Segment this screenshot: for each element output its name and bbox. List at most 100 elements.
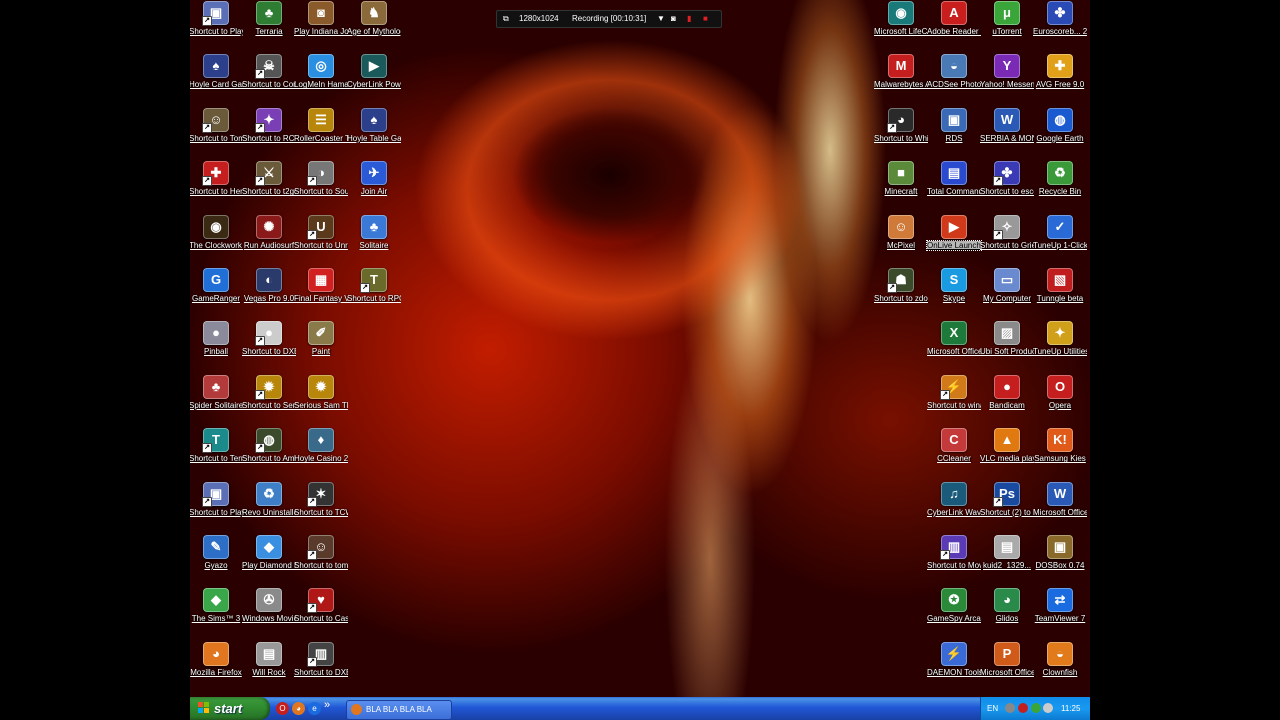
desktop-icon[interactable]: ◙ Play Indiana Jones and t...: [294, 0, 348, 52]
desktop-icon[interactable]: T↗Shortcut to Terraria: [190, 427, 243, 479]
desktop-icon[interactable]: Ps↗Shortcut (2) to Photoshop: [980, 481, 1034, 533]
desktop-icon[interactable]: ♣ Terraria: [242, 0, 296, 52]
dropdown-arrow-icon[interactable]: ▼: [657, 11, 665, 27]
desktop-icon[interactable]: ◍ Google Earth: [1033, 107, 1087, 159]
desktop-icon[interactable]: ✪GameSpy Arcade: [927, 587, 981, 639]
desktop-icon[interactable]: ✶ ↗ Shortcut to TCW: [294, 481, 348, 533]
desktop-icon[interactable]: ◕ Mozilla Firefox: [190, 641, 243, 693]
desktop-icon[interactable]: ⚡↗Shortcut to winamp: [927, 374, 981, 426]
desktop-icon[interactable]: μ uTorrent: [980, 0, 1034, 52]
desktop-icon[interactable]: ● Pinball: [190, 320, 243, 372]
desktop-icon[interactable]: ♫CyberLink WaveEditor: [927, 481, 981, 533]
desktop-icon[interactable]: ⚡DAEMON Tools Lite: [927, 641, 981, 693]
desktop-icon[interactable]: ♥↗Shortcut to CasinoVE: [294, 587, 348, 639]
desktop-icon[interactable]: ♣ Spider Solitaire: [190, 374, 243, 426]
desktop-icon[interactable]: ✚ AVG Free 9.0: [1033, 53, 1087, 105]
resolution-icon[interactable]: ⧉: [503, 11, 509, 27]
desktop-icon[interactable]: ●↗Shortcut to DXBall2: [242, 320, 296, 372]
desktop-icon[interactable]: ✹↗Shortcut to SeriousSam: [242, 374, 296, 426]
desktop-icon[interactable]: ▤Total Commander: [927, 160, 981, 212]
desktop-icon[interactable]: ▨Ubi Soft Product ...: [980, 320, 1034, 372]
desktop-icon[interactable]: ◆ The Sims™ 3: [190, 587, 243, 639]
pause-icon[interactable]: ▮: [687, 11, 691, 27]
desktop-icon[interactable]: ♠Hoyle Card Games 2004: [190, 53, 243, 105]
desktop-icon[interactable]: ▭ My Computer: [980, 267, 1034, 319]
desktop-icon[interactable]: ◑↗Shortcut to Sounds an...: [294, 160, 348, 212]
desktop-icon[interactable]: ✓TuneUp 1-Click Maintenance: [1033, 214, 1087, 266]
desktop-icon[interactable]: K! Samsung Kies: [1033, 427, 1087, 479]
desktop-icon[interactable]: ◆ Play Diamond Mine: [242, 534, 296, 586]
desktop-icon[interactable]: ✤ Euroscoreb... 2.0: [1033, 0, 1087, 52]
desktop-icon[interactable]: ☗↗Shortcut to zdoom: [874, 267, 928, 319]
desktop-icon[interactable]: WSERBIA & MONTENEG...: [980, 107, 1034, 159]
desktop-icon[interactable]: ◒ Clownfish: [1033, 641, 1087, 693]
internet-explorer-icon[interactable]: e: [308, 702, 321, 715]
language-indicator[interactable]: EN: [987, 697, 998, 720]
desktop-icon[interactable]: YYahoo! Messenger: [980, 53, 1034, 105]
desktop-icon[interactable]: ▣↗Shortcut to Play Exhumed: [190, 0, 243, 52]
desktop-icon[interactable]: ♻Revo Uninstaller Pro: [242, 481, 296, 533]
camera-icon[interactable]: ◙: [671, 11, 676, 27]
desktop-icon[interactable]: ⚔↗Shortcut to t2gold: [242, 160, 296, 212]
desktop-icon[interactable]: ✦ ↗ Shortcut to RCT: [242, 107, 296, 159]
desktop-icon[interactable]: O Opera: [1033, 374, 1087, 426]
desktop-icon[interactable]: ☺↗Shortcut to tomb4: [294, 534, 348, 586]
desktop-icon[interactable]: ☺↗Shortcut to Tomb2: [190, 107, 243, 159]
desktop-icon[interactable]: ✚↗Shortcut to Hero Editor: [190, 160, 243, 212]
desktop-icon[interactable]: ▲VLC media player: [980, 427, 1034, 479]
desktop-icon[interactable]: ☺ McPixel: [874, 214, 928, 266]
desktop-icon[interactable]: ✐ Paint: [294, 320, 348, 372]
antivirus-tray-icon[interactable]: [1031, 703, 1041, 713]
desktop-icon[interactable]: ● Bandicam: [980, 374, 1034, 426]
bandicam-tray-icon[interactable]: [1018, 703, 1028, 713]
desktop-icon[interactable]: ▣ RDS: [927, 107, 981, 159]
desktop-icon[interactable]: XMicrosoft Office Ex...: [927, 320, 981, 372]
desktop-icon[interactable]: ✺ Run Audiosurf: [242, 214, 296, 266]
desktop-icon[interactable]: T↗Shortcut to RPG_RT: [347, 267, 401, 319]
desktop-icon[interactable]: ▣ DOSBox 0.74: [1033, 534, 1087, 586]
desktop-icon[interactable]: ✇Windows Movie Maker: [242, 587, 296, 639]
desktop-icon[interactable]: ▥↗Shortcut to MovieCatalog: [927, 534, 981, 586]
desktop-icon[interactable]: ◉The Clockwork Man 2 The ...: [190, 214, 243, 266]
desktop-icon[interactable]: ♻ Recycle Bin: [1033, 160, 1087, 212]
clock[interactable]: 11:25: [1061, 697, 1080, 720]
desktop-icon[interactable]: ▤ kuid2_1329...: [980, 534, 1034, 586]
desktop-icon[interactable]: MMalwarebytes Anti-Malware: [874, 53, 928, 105]
network-icon[interactable]: [1005, 703, 1015, 713]
desktop-icon[interactable]: ♞ Age of Mythology: [347, 0, 401, 52]
desktop-icon[interactable]: ▣↗Shortcut to Play TR1: [190, 481, 243, 533]
desktop-icon[interactable]: ☠↗Shortcut to Condemned: [242, 53, 296, 105]
recording-toolbar[interactable]: ⧉ 1280x1024 Recording [00:10:31] ▼ ◙ ▮ ■: [496, 10, 722, 28]
stop-icon[interactable]: ■: [703, 11, 708, 27]
desktop-icon[interactable]: ♦Hoyle Casino 2004: [294, 427, 348, 479]
desktop-icon[interactable]: ▶CyberLink PowerDirector: [347, 53, 401, 105]
desktop-icon[interactable]: PMicrosoft Office P...: [980, 641, 1034, 693]
taskbar-window-button[interactable]: BLA BLA BLA BLA BLA...: [346, 700, 452, 720]
desktop-icon[interactable]: ⇄ TeamViewer 7: [1033, 587, 1087, 639]
desktop-icon[interactable]: ▤ Will Rock: [242, 641, 296, 693]
volume-icon[interactable]: [1043, 703, 1053, 713]
desktop-icon[interactable]: ▥↗Shortcut to DXBall: [294, 641, 348, 693]
desktop-icon[interactable]: ✤↗Shortcut to escorebo...: [980, 160, 1034, 212]
desktop-icon[interactable]: ♣ Solitaire: [347, 214, 401, 266]
desktop-icon[interactable]: ✈ Join Air: [347, 160, 401, 212]
desktop-icon[interactable]: WMicrosoft Office W...: [1033, 481, 1087, 533]
desktop-icon[interactable]: ◍↗Shortcut to Amnesia: [242, 427, 296, 479]
opera-icon[interactable]: O: [276, 702, 289, 715]
desktop-icon[interactable]: ♠Hoyle Table Games 2004: [347, 107, 401, 159]
firefox-icon[interactable]: ◕: [292, 702, 305, 715]
desktop-icon[interactable]: ◕↗Shortcut to Which-Hi: [874, 107, 928, 159]
desktop-icon[interactable]: ✎ Gyazo: [190, 534, 243, 586]
desktop-icon[interactable]: ✦TuneUp Utilities 2009: [1033, 320, 1087, 372]
desktop-icon[interactable]: S Skype: [927, 267, 981, 319]
desktop-icon[interactable]: ☰RollerCoaster Tycoon 2: [294, 107, 348, 159]
desktop-icon[interactable]: ◐ Vegas Pro 9.0: [242, 267, 296, 319]
desktop-icon[interactable]: ◎LogMeIn Hamachi: [294, 53, 348, 105]
desktop-icon[interactable]: A Adobe Reader X: [927, 0, 981, 52]
desktop-icon[interactable]: ▦ Final Fantasy VIII: [294, 267, 348, 319]
desktop-icon[interactable]: ▶OnLive Launcher: [926, 214, 982, 266]
desktop-icon[interactable]: ✧↗Shortcut to Griever: [980, 214, 1034, 266]
quick-launch-overflow[interactable]: »: [324, 699, 330, 711]
desktop-icon[interactable]: ▧ Tunngle beta: [1033, 267, 1087, 319]
desktop-icon[interactable]: ■ Minecraft: [874, 160, 928, 212]
